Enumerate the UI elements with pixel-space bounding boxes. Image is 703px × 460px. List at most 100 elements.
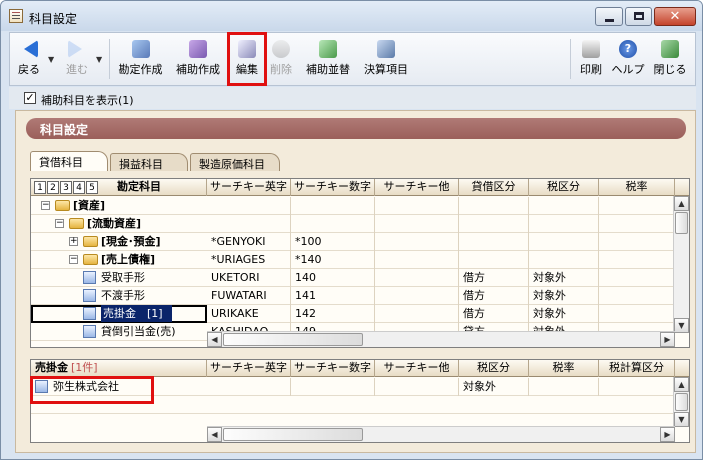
column-header[interactable]: 税率: [529, 360, 599, 377]
cell: [207, 378, 291, 396]
taishaku-cell: [459, 251, 529, 269]
back-dropdown-icon[interactable]: ▼: [48, 55, 54, 64]
horizontal-scrollbar[interactable]: ◀ ▶: [207, 331, 675, 347]
expand-icon[interactable]: +: [69, 237, 78, 246]
column-header[interactable]: サーチキー他: [375, 360, 459, 377]
close-button[interactable]: 閉じる: [650, 33, 690, 85]
key-en-cell: [207, 197, 291, 215]
level-3-button[interactable]: 3: [60, 181, 72, 194]
create-account-icon: [131, 40, 150, 58]
column-header[interactable]: サーチキー他: [375, 179, 459, 196]
table-row[interactable]: 不渡手形 FUWATARI 141 借方 対象外: [31, 287, 675, 305]
level-1-button[interactable]: 1: [34, 181, 46, 194]
column-header[interactable]: 税区分: [459, 360, 529, 377]
taishaku-cell: [459, 233, 529, 251]
scroll-right-icon[interactable]: ▶: [660, 427, 675, 442]
forward-dropdown-icon[interactable]: ▼: [96, 55, 102, 64]
window-title: 科目設定: [29, 12, 78, 26]
sub-count-badge: [1件]: [71, 361, 98, 374]
column-header[interactable]: サーチキー数字: [291, 360, 375, 377]
folder-icon: [83, 236, 98, 247]
panel-title: 科目設定: [26, 118, 686, 139]
back-button[interactable]: 戻る: [12, 33, 46, 85]
scroll-thumb[interactable]: [223, 333, 363, 346]
scroll-down-icon[interactable]: ▼: [674, 318, 689, 333]
help-icon: ?: [619, 40, 637, 58]
scroll-down-icon[interactable]: ▼: [674, 412, 689, 427]
table-row[interactable]: 売掛金 [1] URIKAKE 142 借方 対象外: [31, 305, 675, 323]
scroll-left-icon[interactable]: ◀: [207, 332, 222, 347]
collapse-icon[interactable]: −: [41, 201, 50, 210]
exit-icon: [661, 40, 679, 58]
create-sub-account-icon: [189, 40, 207, 58]
column-header[interactable]: 貸借区分: [459, 179, 529, 196]
level-5-button[interactable]: 5: [86, 181, 98, 194]
taishaku-cell: 借方: [459, 287, 529, 305]
close-window-button[interactable]: ✕: [654, 7, 696, 26]
table-row[interactable]: − [資産]: [31, 197, 675, 215]
account-name: [資産]: [73, 199, 106, 212]
vertical-scrollbar[interactable]: ▲ ▼: [673, 196, 689, 333]
tab-soneki[interactable]: 損益科目: [110, 153, 188, 171]
cell: [599, 378, 675, 396]
sub-horizontal-scrollbar[interactable]: ◀ ▶: [207, 426, 675, 442]
scroll-up-icon[interactable]: ▲: [674, 377, 689, 392]
scroll-thumb[interactable]: [675, 393, 688, 411]
tax-cell: 対象外: [529, 305, 599, 323]
scroll-thumb[interactable]: [675, 212, 688, 234]
table-row[interactable]: − [流動資産]: [31, 215, 675, 233]
key-num-cell: *100: [291, 233, 375, 251]
column-header[interactable]: サーチキー英字: [207, 179, 291, 196]
cell: [599, 305, 675, 323]
level-4-button[interactable]: 4: [73, 181, 85, 194]
scroll-thumb[interactable]: [223, 428, 363, 441]
column-header[interactable]: 勘定科目: [117, 179, 161, 195]
column-header[interactable]: サーチキー英字: [207, 360, 291, 377]
level-2-button[interactable]: 2: [47, 181, 59, 194]
collapse-icon[interactable]: −: [55, 219, 64, 228]
toolbar: 戻る ▼ 進む ▼ 勘定作成 補助作成 編集 削除 補助並替 決算項目 印刷 ?…: [9, 32, 696, 86]
maximize-button[interactable]: [625, 7, 652, 26]
key-en-cell: FUWATARI: [207, 287, 291, 305]
print-button[interactable]: 印刷: [576, 33, 606, 85]
account-name-cell: 売掛金 [1]: [31, 305, 207, 323]
key-num-cell: 141: [291, 287, 375, 305]
kanjo-create-button[interactable]: 勘定作成: [113, 33, 168, 85]
header-account: 1 2 3 4 5 勘定科目: [31, 179, 207, 196]
table-row[interactable]: + [現金･預金] *GENYOKI *100: [31, 233, 675, 251]
kessan-button[interactable]: 決算項目: [360, 33, 412, 85]
show-sub-accounts-checkbox[interactable]: ✓: [24, 92, 36, 104]
hojo-create-button[interactable]: 補助作成: [170, 33, 226, 85]
tab-seizo[interactable]: 製造原価科目: [190, 153, 280, 171]
folder-icon: [55, 200, 70, 211]
column-header[interactable]: サーチキー数字: [291, 179, 375, 196]
scroll-up-icon[interactable]: ▲: [674, 196, 689, 211]
minimize-button[interactable]: [595, 7, 623, 26]
collapse-icon[interactable]: −: [69, 255, 78, 264]
help-button[interactable]: ? ヘルプ: [610, 33, 646, 85]
back-arrow-icon: [20, 40, 38, 58]
account-name: 受取手形: [101, 271, 145, 284]
cell: [375, 378, 459, 396]
hojo-sort-button[interactable]: 補助並替: [301, 33, 355, 85]
sub-vertical-scrollbar[interactable]: ▲ ▼: [673, 377, 689, 427]
table-row[interactable]: − [売上債権] *URIAGES *140: [31, 251, 675, 269]
delete-button[interactable]: 削除: [266, 33, 296, 85]
sub-grid-title: 売掛金 [1件]: [31, 360, 207, 377]
trash-icon: [272, 40, 290, 58]
account-icon: [83, 325, 96, 338]
scroll-left-icon[interactable]: ◀: [207, 427, 222, 442]
table-row[interactable]: 受取手形 UKETORI 140 借方 対象外: [31, 269, 675, 287]
show-sub-accounts-label[interactable]: 補助科目を表示(1): [41, 92, 134, 108]
column-header[interactable]: 税区分: [529, 179, 599, 196]
tab-taishaku[interactable]: 貸借科目: [30, 151, 108, 171]
maximize-icon: [634, 12, 644, 20]
forward-button[interactable]: 進む: [60, 33, 94, 85]
account-grid: 1 2 3 4 5 勘定科目 サーチキー英字 サーチキー数字 サーチキー他 貸借…: [30, 178, 690, 348]
column-header[interactable]: 税率: [599, 179, 675, 196]
taishaku-cell: 借方: [459, 305, 529, 323]
column-header[interactable]: 税計算区分: [599, 360, 675, 377]
scroll-right-icon[interactable]: ▶: [660, 332, 675, 347]
tax-cell: [529, 197, 599, 215]
key-num-cell: [291, 197, 375, 215]
